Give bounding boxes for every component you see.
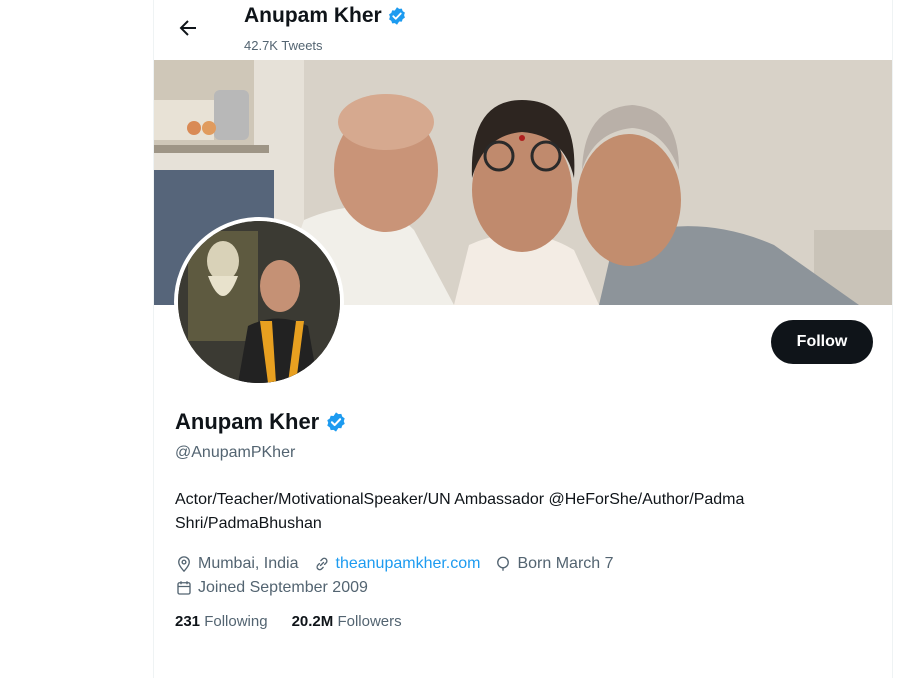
meta-row: Joined September 2009 — [175, 576, 875, 600]
calendar-icon — [177, 581, 191, 595]
bio-line: Shri/PadmaBhushan — [175, 515, 322, 532]
location-text: Mumbai, India — [198, 555, 299, 572]
verified-badge-icon — [388, 7, 405, 25]
header-title: Anupam Kher — [244, 4, 407, 28]
follow-button[interactable]: Follow — [771, 320, 873, 364]
avatar-photo — [178, 221, 340, 383]
birthday-item: Born March 7 — [494, 555, 614, 573]
following-label: Following — [204, 613, 268, 630]
bio-line: Actor/Teacher/MotivationalSpeaker/UN Amb… — [175, 491, 745, 508]
profile-meta: Mumbai, India theanupamkher.com Born Mar… — [175, 552, 875, 600]
birthday-text: Born March 7 — [517, 555, 614, 572]
verified-badge-icon[interactable] — [325, 411, 347, 433]
back-arrow-icon[interactable] — [176, 16, 200, 40]
followers-count: 20.2M — [291, 613, 334, 630]
location-item: Mumbai, India — [175, 555, 299, 573]
profile-name-row: Anupam Kher — [175, 409, 347, 435]
header-name: Anupam Kher — [244, 4, 382, 27]
tweets-count: 42.7K Tweets — [244, 38, 323, 53]
profile-stats: 231 Following 20.2M Followers — [175, 613, 402, 630]
profile-handle: @AnupamPKher — [175, 444, 296, 461]
website-link[interactable]: theanupamkher.com — [336, 555, 481, 573]
meta-row: Mumbai, India theanupamkher.com Born Mar… — [175, 552, 875, 576]
link-icon — [315, 557, 328, 571]
profile-column: Anupam Kher 42.7K Tweets Follow Anupam K… — [153, 0, 893, 678]
followers-stat[interactable]: 20.2M Followers — [292, 613, 402, 630]
profile-header-bar: Anupam Kher 42.7K Tweets — [154, 0, 892, 60]
profile-bio: Actor/Teacher/MotivationalSpeaker/UN Amb… — [175, 488, 875, 536]
profile-name: Anupam Kher — [175, 409, 320, 434]
following-stat[interactable]: 231 Following — [175, 613, 268, 630]
joined-text: Joined September 2009 — [198, 579, 368, 596]
profile-avatar[interactable] — [174, 217, 344, 387]
birthday-icon — [497, 556, 510, 571]
followers-label: Followers — [337, 613, 402, 630]
joined-item: Joined September 2009 — [175, 579, 368, 597]
following-count: 231 — [175, 613, 201, 630]
website-item[interactable]: theanupamkher.com — [313, 555, 481, 573]
location-icon — [178, 556, 190, 573]
